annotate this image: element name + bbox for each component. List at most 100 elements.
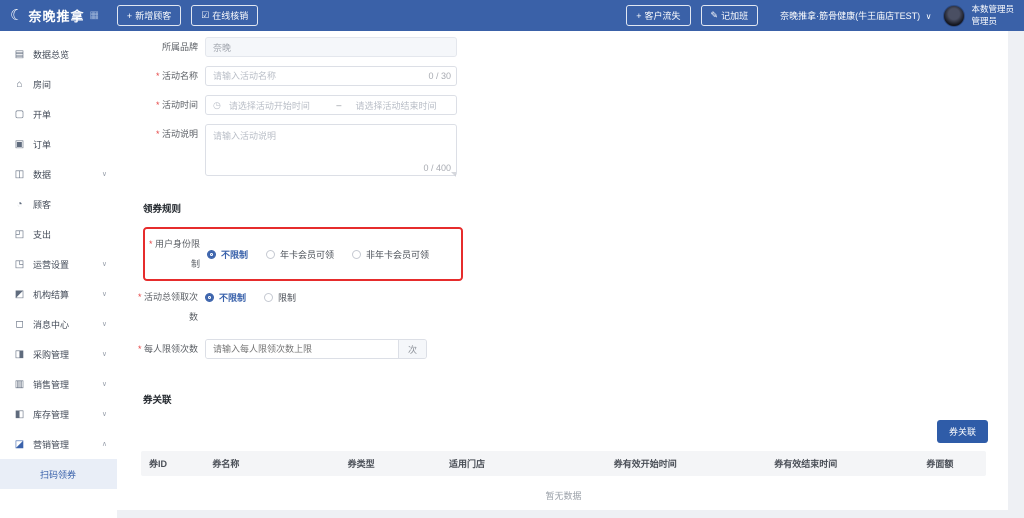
sidebar-item-支出[interactable]: ◰ 支出 <box>0 219 117 249</box>
assoc-button-row: 券关联 <box>129 420 1008 443</box>
radio-option-非年卡会员可领[interactable]: 非年卡会员可领 <box>352 248 429 261</box>
dashboard-icon: ▤ <box>14 48 25 60</box>
operation-settings-icon: ◳ <box>14 258 25 270</box>
sidebar-item-营销管理[interactable]: ◪ 营销管理 ∧ <box>0 429 117 459</box>
sidebar-item-消息中心[interactable]: ◻ 消息中心 ∨ <box>0 309 117 339</box>
total-claim-label: 活动总领取次数 <box>129 287 205 327</box>
chevron-down-icon: ∨ <box>101 411 107 418</box>
name-char-counter: 0 / 30 <box>428 71 451 81</box>
table-header-券面额: 券面额 <box>926 459 954 469</box>
radio-circle-icon <box>352 249 362 259</box>
online-verify-button[interactable]: ☑ 在线核销 <box>191 5 259 26</box>
sidebar-subitem-label: 扫码领券 <box>40 469 77 480</box>
sidebar-item-房间[interactable]: ⌂ 房间 <box>0 69 117 99</box>
sidebar-item-数据总览[interactable]: ▤ 数据总览 <box>0 39 117 69</box>
sidebar-item-机构结算[interactable]: ◩ 机构结算 ∨ <box>0 279 117 309</box>
radio-label: 不限制 <box>219 292 247 303</box>
main-area: 所属品牌 活动名称 0 / 30 活动时间 ◷ 请选择活动开始时间 – 请 <box>117 31 1024 518</box>
sidebar-item-label: 运营设置 <box>33 259 70 270</box>
sidebar-item-顾客[interactable]: ◔ 顾客 <box>0 189 117 219</box>
store-selector[interactable]: 奈晚推拿·筋骨健康(牛王庙店TEST) ∨ <box>780 9 931 22</box>
activity-desc-row: 活动说明 0 / 400 <box>129 124 1008 178</box>
sidebar-item-运营设置[interactable]: ◳ 运营设置 ∨ <box>0 249 117 279</box>
coupon-assoc-button[interactable]: 券关联 <box>936 420 988 443</box>
brand-logo[interactable]: ☾ 奈晚推拿 ▦ <box>10 6 99 25</box>
start-time-placeholder: 请选择活动开始时间 <box>228 100 310 111</box>
sidebar-item-销售管理[interactable]: ▥ 销售管理 ∨ <box>0 369 117 399</box>
admin-info[interactable]: 本数管理员 管理员 <box>971 4 1014 26</box>
sidebar-item-label: 支出 <box>33 229 52 240</box>
verify-icon: ☑ <box>201 10 210 20</box>
activity-desc-textarea[interactable] <box>205 124 457 176</box>
table-header-适用门店: 适用门店 <box>448 459 485 469</box>
total-claim-row: 活动总领取次数 不限制 限制 <box>129 287 1008 327</box>
empty-state: 暂无数据 <box>141 476 986 510</box>
radio-label: 年卡会员可领 <box>280 249 335 260</box>
sidebar-menu: ▤ 数据总览 ⌂ 房间 ▢ 开单 ▣ 订单 ◫ 数据 ∨ ◔ 顾客 ◰ 支出 ◳ 运营设置 ∨ ◩ 机构结算 ∨ ◻ 消息中… <box>0 31 117 518</box>
table-header-券类型: 券类型 <box>347 459 375 469</box>
data-icon: ◫ <box>14 168 25 180</box>
unit-suffix: 次 <box>398 340 426 358</box>
chevron-down-icon: ∨ <box>101 351 107 358</box>
content-panel: 所属品牌 活动名称 0 / 30 活动时间 ◷ 请选择活动开始时间 – 请 <box>117 31 1008 510</box>
chevron-down-icon: ∨ <box>925 12 932 21</box>
sidebar-item-开单[interactable]: ▢ 开单 <box>0 99 117 129</box>
avatar[interactable] <box>943 4 966 27</box>
chevron-down-icon: ∨ <box>101 381 107 388</box>
date-range-picker[interactable]: ◷ 请选择活动开始时间 – 请选择活动结束时间 <box>205 95 457 115</box>
radio-option-不限制[interactable]: 不限制 <box>207 248 248 261</box>
per-person-input[interactable] <box>206 340 398 358</box>
sidebar-item-label: 营销管理 <box>33 439 70 450</box>
admin-role: 管理员 <box>971 15 997 26</box>
identity-radio-group: 不限制 年卡会员可领 非年卡会员可领 <box>207 248 447 261</box>
per-person-label: 每人限领次数 <box>129 339 205 359</box>
sidebar-item-订单[interactable]: ▣ 订单 <box>0 129 117 159</box>
activity-name-label: 活动名称 <box>129 66 205 86</box>
sidebar-item-label: 采购管理 <box>33 349 70 360</box>
desc-char-counter: 0 / 400 <box>423 163 451 173</box>
room-icon: ⌂ <box>16 78 23 90</box>
table-header-券有效开始时间: 券有效开始时间 <box>613 459 677 469</box>
sidebar-item-库存管理[interactable]: ◧ 库存管理 ∨ <box>0 399 117 429</box>
sidebar-item-label: 消息中心 <box>33 319 70 330</box>
identity-limit-label: 用户身份限制 <box>145 234 207 274</box>
brand-input <box>205 37 457 57</box>
resize-handle-icon[interactable] <box>451 172 456 177</box>
activity-time-label: 活动时间 <box>129 95 205 115</box>
per-person-row: 每人限领次数 次 <box>129 339 1008 359</box>
radio-option-限制[interactable]: 限制 <box>264 291 296 304</box>
radio-label: 不限制 <box>221 249 249 260</box>
sidebar-item-数据[interactable]: ◫ 数据 ∨ <box>0 159 117 189</box>
plus-icon: + <box>126 10 133 21</box>
chevron-down-icon: ∨ <box>101 171 107 178</box>
sidebar-subitem-扫码领券[interactable]: 扫码领券 <box>0 459 117 489</box>
radio-option-不限制[interactable]: 不限制 <box>205 291 246 304</box>
moon-logo-icon: ☾ <box>10 7 24 24</box>
sidebar-item-label: 订单 <box>33 139 52 150</box>
sidebar-item-采购管理[interactable]: ◨ 采购管理 ∨ <box>0 339 117 369</box>
brand-row: 所属品牌 <box>129 37 1008 57</box>
qr-grid-icon: ▦ <box>89 10 99 21</box>
expense-icon: ◰ <box>14 228 25 240</box>
brand-title: 奈晚推拿 <box>28 9 85 24</box>
radio-label: 非年卡会员可领 <box>366 249 430 260</box>
radio-label: 限制 <box>278 292 297 303</box>
sidebar-item-label: 销售管理 <box>33 379 70 390</box>
clock-icon: ◷ <box>213 99 221 110</box>
sidebar-item-label: 库存管理 <box>33 409 70 420</box>
order-icon: ▣ <box>14 138 25 150</box>
customer-icon: ◔ <box>16 198 23 210</box>
chevron-down-icon: ∨ <box>101 261 107 268</box>
activity-name-input[interactable] <box>205 66 457 86</box>
overtime-button[interactable]: ✎ 记加班 <box>700 5 759 26</box>
radio-option-年卡会员可领[interactable]: 年卡会员可领 <box>266 248 334 261</box>
marketing-icon: ◪ <box>14 438 25 450</box>
edit-icon: ✎ <box>710 10 719 20</box>
sales-icon: ▥ <box>14 378 25 390</box>
customer-churn-button[interactable]: + 客户流失 <box>626 5 691 26</box>
plus-icon: + <box>636 10 642 21</box>
radio-circle-icon <box>205 292 214 302</box>
coupon-section-title: 券关联 <box>143 395 172 406</box>
new-customer-button[interactable]: + 新增顾客 <box>116 5 182 26</box>
topbar: ☾ 奈晚推拿 ▦ + 新增顾客 ☑ 在线核销 + 客户流失 ✎ 记加班 奈晚推拿… <box>0 0 1024 31</box>
